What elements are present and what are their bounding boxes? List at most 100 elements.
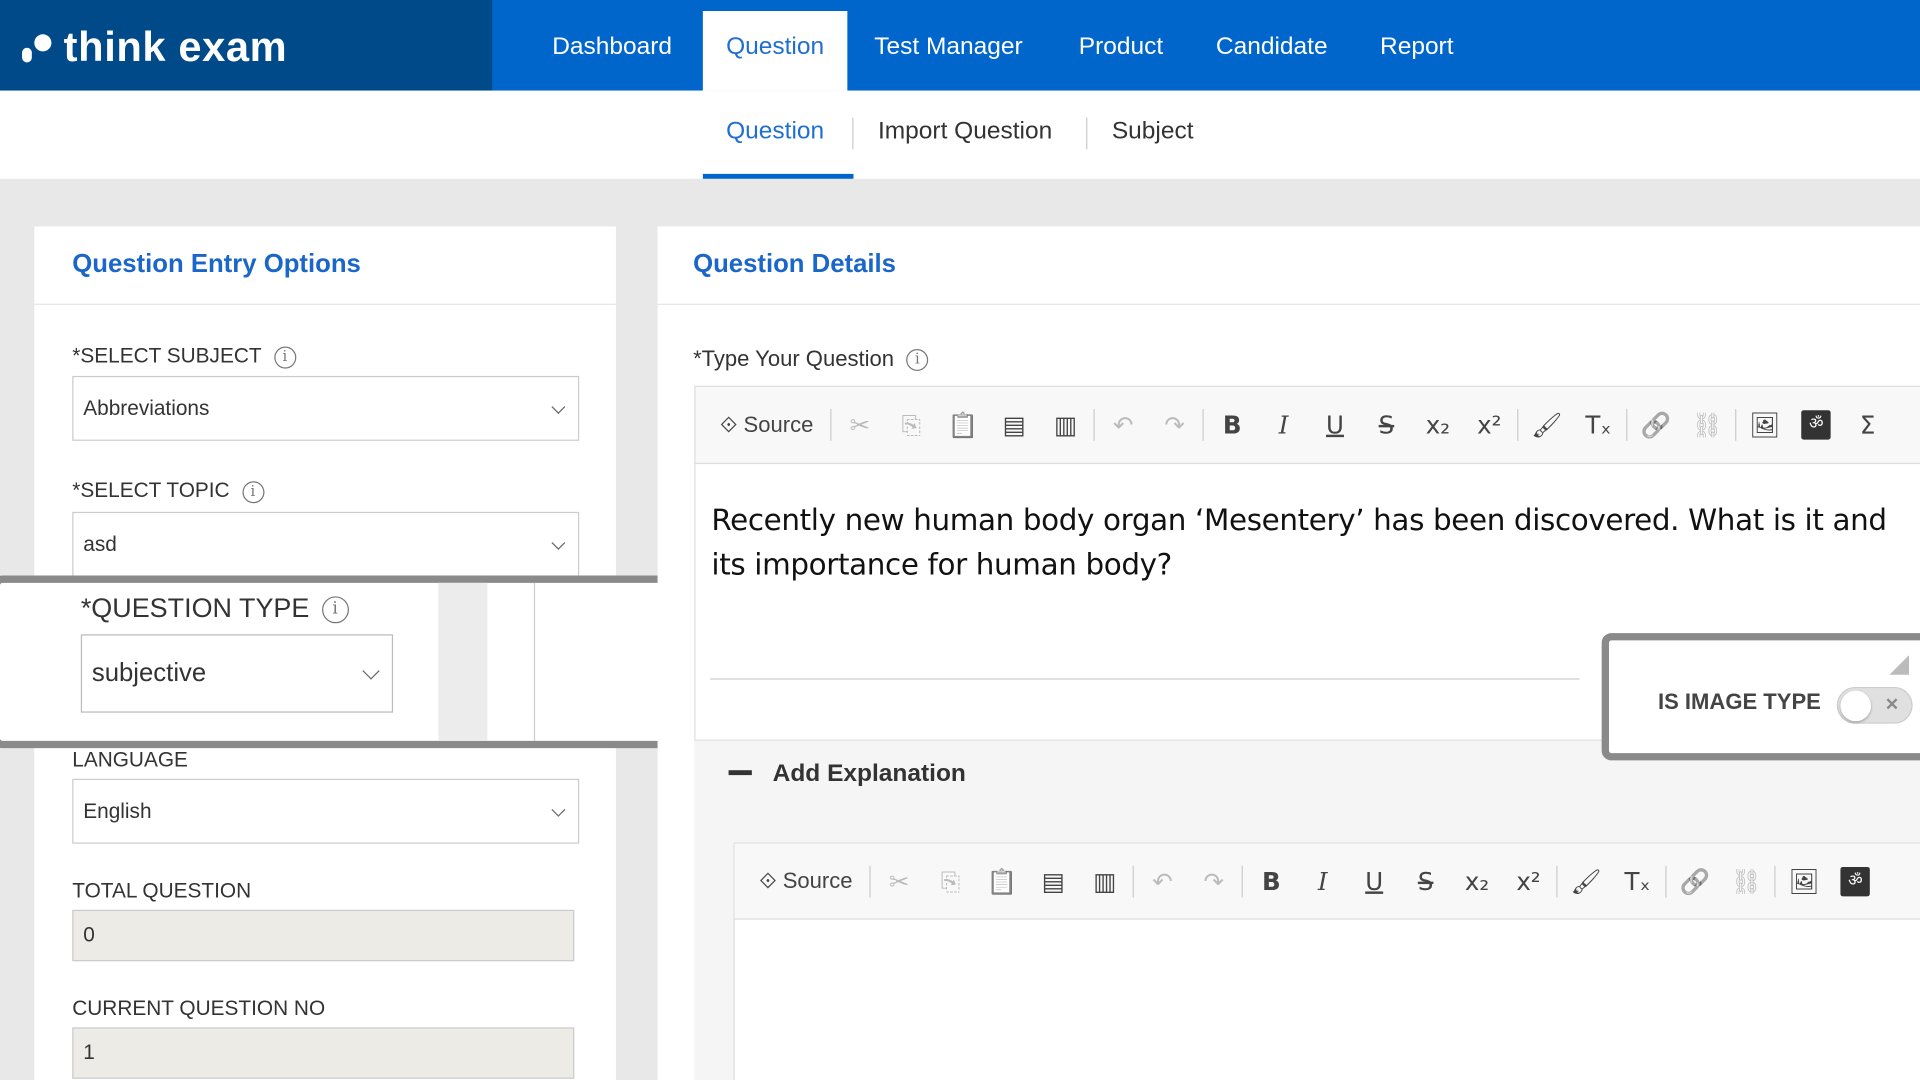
divider bbox=[710, 678, 1580, 680]
subscript-icon[interactable]: x₂ bbox=[1412, 410, 1463, 439]
strip bbox=[438, 582, 488, 741]
nav-candidate[interactable]: Candidate bbox=[1216, 0, 1328, 91]
topic-value: asd bbox=[83, 532, 117, 556]
divider bbox=[852, 117, 854, 150]
copy-icon[interactable]: ⎘ bbox=[886, 410, 937, 439]
redo-icon[interactable]: ↷ bbox=[1149, 410, 1200, 439]
nav-test-manager[interactable]: Test Manager bbox=[874, 0, 1022, 91]
panel-title: Question Details bbox=[693, 249, 896, 278]
paste-icon[interactable]: 📋 bbox=[976, 866, 1027, 895]
format-painter-icon[interactable]: 🖌 bbox=[1560, 866, 1611, 895]
language-label: LANGUAGE bbox=[72, 748, 188, 772]
source-label: Source bbox=[782, 868, 853, 893]
total-question-field[interactable]: 0 bbox=[72, 909, 575, 962]
underline-icon[interactable]: U bbox=[1348, 866, 1399, 895]
image-type-toggle[interactable]: ✕ bbox=[1836, 686, 1913, 724]
paste-text-icon[interactable]: ▤ bbox=[988, 410, 1039, 439]
copy-icon[interactable]: ⎘ bbox=[925, 866, 976, 895]
question-text[interactable]: Recently new human body organ ‘Mesentery… bbox=[711, 498, 1911, 586]
cut-icon[interactable]: ✂ bbox=[834, 410, 885, 439]
strikethrough-icon[interactable]: S bbox=[1361, 410, 1412, 439]
current-question-field[interactable]: 1 bbox=[72, 1027, 575, 1079]
chevron-down-icon bbox=[362, 662, 380, 680]
logo-mark-icon bbox=[22, 34, 52, 63]
special-char-icon[interactable]: ॐ bbox=[1801, 410, 1831, 440]
subnav-subject[interactable]: Subject bbox=[1112, 118, 1194, 146]
link-icon[interactable]: 🔗 bbox=[1630, 410, 1681, 439]
format-painter-icon[interactable]: 🖌 bbox=[1521, 410, 1572, 439]
link-icon[interactable]: 🔗 bbox=[1669, 866, 1720, 895]
info-icon[interactable]: i bbox=[321, 596, 349, 624]
remove-format-icon[interactable]: Tₓ bbox=[1612, 866, 1663, 895]
image-icon[interactable]: 🖼 bbox=[1778, 866, 1829, 895]
panel-title: Question Entry Options bbox=[72, 249, 361, 278]
brand-name: think exam bbox=[63, 24, 288, 72]
paste-word-icon[interactable]: ▥ bbox=[1079, 866, 1130, 895]
add-explanation-toggle[interactable]: Add Explanation bbox=[773, 760, 966, 788]
subject-select[interactable]: Abbreviations bbox=[72, 375, 580, 441]
language-select[interactable]: English bbox=[72, 778, 580, 844]
subnav-import-question[interactable]: Import Question bbox=[878, 118, 1052, 146]
special-char-icon[interactable]: ॐ bbox=[1840, 866, 1871, 896]
superscript-icon[interactable]: x² bbox=[1503, 866, 1554, 895]
strikethrough-icon[interactable]: S bbox=[1400, 866, 1451, 895]
chevron-down-icon bbox=[551, 399, 566, 414]
collapse-icon[interactable] bbox=[728, 770, 752, 776]
redo-icon[interactable]: ↷ bbox=[1188, 866, 1239, 895]
source-button[interactable]: ⟐ Source bbox=[720, 412, 828, 438]
topic-select[interactable]: asd bbox=[72, 511, 580, 577]
italic-icon[interactable]: I bbox=[1258, 410, 1309, 439]
current-question-label: CURRENT QUESTION NO bbox=[72, 996, 326, 1021]
nav-product[interactable]: Product bbox=[1079, 0, 1163, 91]
paste-icon[interactable]: 📋 bbox=[937, 410, 988, 439]
nav-question[interactable]: Question bbox=[702, 11, 848, 91]
toolbar-separator bbox=[1241, 865, 1244, 897]
toolbar-separator bbox=[830, 408, 832, 441]
question-label: *Type Your Question i bbox=[693, 346, 929, 373]
question-label-text: *Type Your Question bbox=[693, 346, 895, 372]
paste-word-icon[interactable]: ▥ bbox=[1040, 410, 1091, 439]
subnav-question[interactable]: Question bbox=[726, 118, 824, 146]
total-question-label: TOTAL QUESTION bbox=[72, 879, 252, 903]
topic-label: *SELECT TOPIC i bbox=[72, 479, 264, 503]
logo[interactable]: think exam bbox=[0, 0, 493, 91]
toolbar-separator bbox=[1202, 408, 1204, 441]
divider bbox=[1086, 117, 1088, 150]
toolbar-separator bbox=[869, 865, 871, 897]
italic-icon[interactable]: I bbox=[1297, 866, 1348, 895]
explanation-editor[interactable]: ⟐ Source ✂ ⎘ 📋 ▤ ▥ ↶ ↷ B I U Sx₂ x² 🖌 Tₓ 🔗 ⛓ 🖼 ॐ bbox=[733, 842, 1920, 1080]
remove-format-icon[interactable]: Tₓ bbox=[1573, 410, 1624, 439]
subject-label: *SELECT SUBJECT i bbox=[72, 344, 296, 368]
undo-icon[interactable]: ↶ bbox=[1097, 410, 1148, 439]
language-value: English bbox=[83, 798, 152, 823]
nav-report[interactable]: Report bbox=[1380, 0, 1454, 91]
bold-icon[interactable]: B bbox=[1206, 410, 1257, 439]
underline-icon[interactable]: U bbox=[1309, 410, 1360, 439]
sigma-icon[interactable]: Σ bbox=[1842, 410, 1893, 439]
info-icon[interactable]: i bbox=[273, 345, 296, 368]
divider bbox=[533, 582, 536, 741]
chevron-down-icon bbox=[551, 802, 566, 817]
nav-dashboard[interactable]: Dashboard bbox=[552, 0, 672, 91]
source-icon: ⟐ bbox=[720, 412, 738, 437]
question-type-select[interactable]: subjective bbox=[80, 634, 394, 713]
undo-icon[interactable]: ↶ bbox=[1137, 866, 1188, 895]
subscript-icon[interactable]: x₂ bbox=[1451, 866, 1502, 895]
bold-icon[interactable]: B bbox=[1246, 866, 1297, 895]
resize-handle-icon[interactable] bbox=[1889, 655, 1909, 675]
superscript-icon[interactable]: x² bbox=[1464, 410, 1515, 439]
source-button[interactable]: ⟐ Source bbox=[759, 868, 867, 894]
image-icon[interactable]: 🖼 bbox=[1739, 410, 1790, 439]
cut-icon[interactable]: ✂ bbox=[873, 866, 924, 895]
toolbar-separator bbox=[1556, 865, 1558, 897]
info-icon[interactable]: i bbox=[906, 349, 929, 372]
divider bbox=[657, 303, 1920, 305]
unlink-icon[interactable]: ⛓ bbox=[1682, 410, 1733, 439]
toolbar-separator bbox=[1517, 408, 1519, 441]
source-label: Source bbox=[743, 412, 814, 437]
editor-toolbar: ⟐ Source ✂ ⎘ 📋 ▤ ▥ ↶ ↷ B I U Sx₂ x² 🖌 Tₓ 🔗 ⛓ 🖼 ॐ bbox=[734, 843, 1920, 920]
unlink-icon[interactable]: ⛓ bbox=[1721, 866, 1772, 895]
paste-text-icon[interactable]: ▤ bbox=[1028, 866, 1079, 895]
toolbar-separator bbox=[1132, 865, 1135, 897]
info-icon[interactable]: i bbox=[241, 480, 264, 503]
